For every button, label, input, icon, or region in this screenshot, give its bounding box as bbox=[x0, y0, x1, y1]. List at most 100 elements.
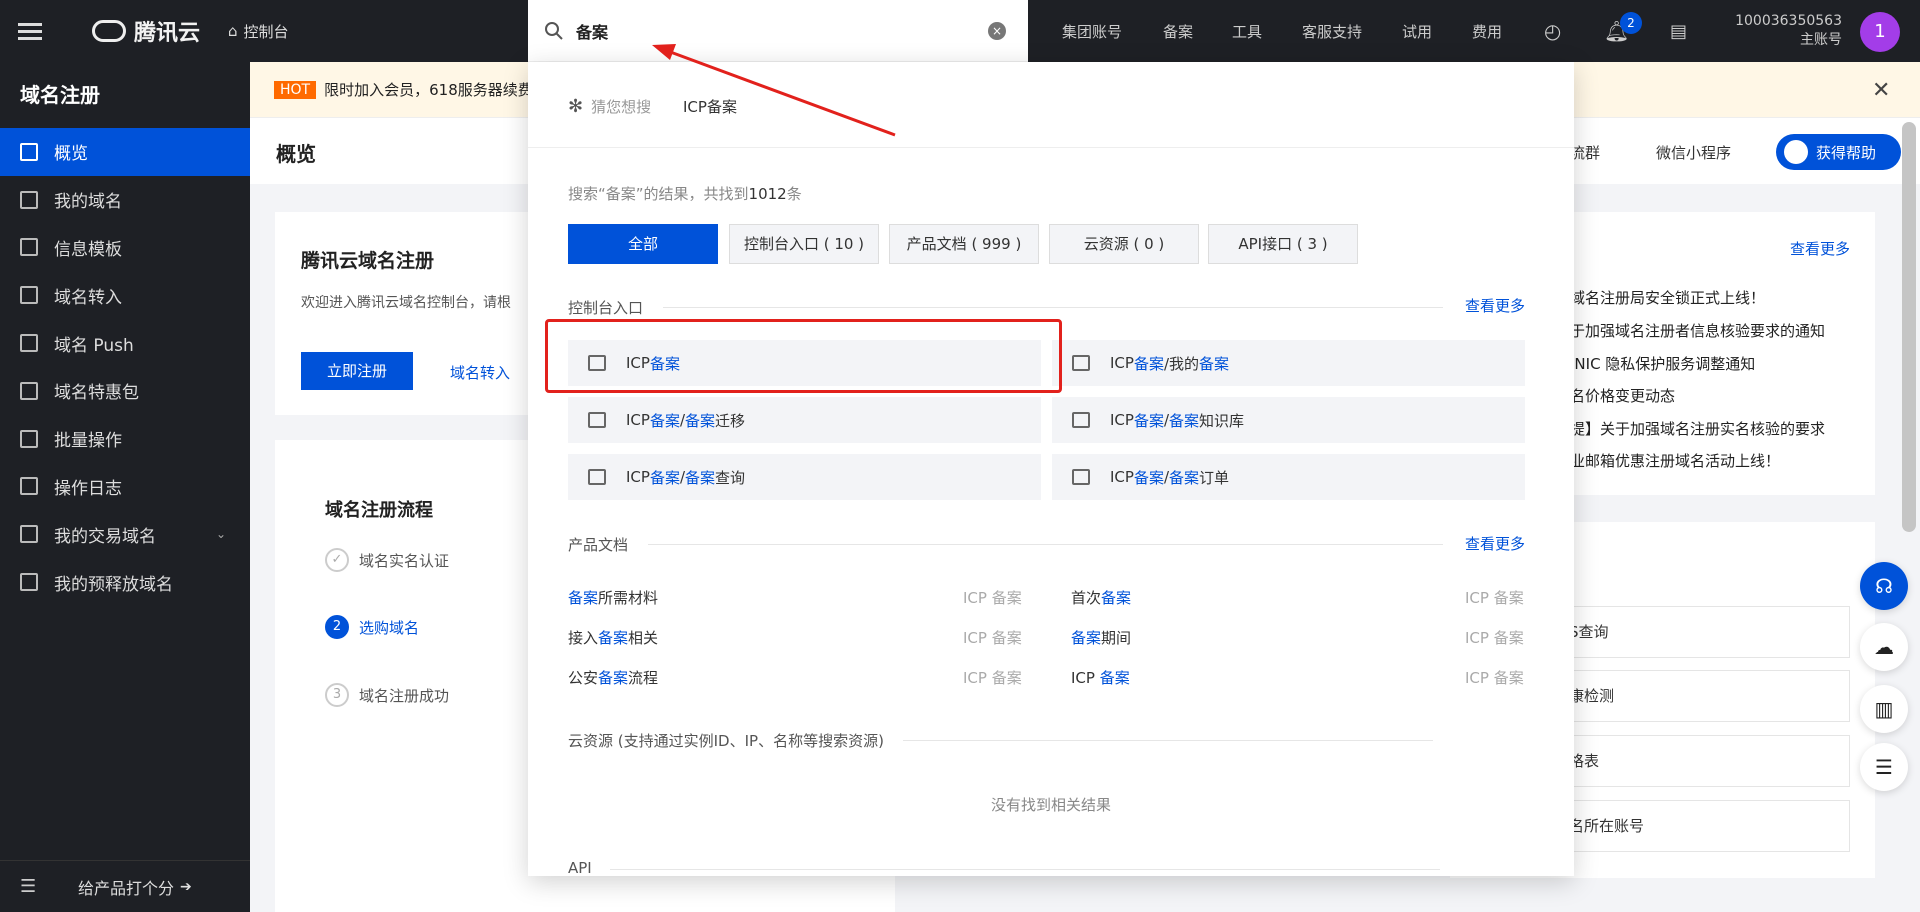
sidebar-item-1[interactable]: 我的域名 bbox=[0, 176, 250, 224]
cloud-chat-icon[interactable]: ☁ bbox=[1860, 623, 1908, 671]
filter-all[interactable]: 全部 bbox=[568, 224, 718, 264]
console-entry[interactable]: ICP 备案 / 备案 订单 bbox=[1052, 454, 1525, 500]
transfer-icon bbox=[20, 286, 38, 305]
guess-suggestion[interactable]: ICP备案 bbox=[683, 96, 737, 117]
miniprogram-link[interactable]: 微信小程序 bbox=[1656, 142, 1731, 163]
doc-result[interactable]: ICP 备案 bbox=[1071, 667, 1130, 688]
sidebar-item-label: 我的交易域名 bbox=[54, 526, 156, 547]
chevron-down-icon[interactable]: ⌄ bbox=[216, 527, 226, 541]
nav-billing[interactable]: 费用 bbox=[1472, 0, 1502, 62]
news-item[interactable]: 业邮箱优惠注册域名活动上线！ bbox=[1570, 450, 1780, 471]
step-select: 2 选购域名 bbox=[325, 615, 419, 639]
tool-price-list[interactable]: 格表 bbox=[1550, 735, 1850, 787]
console-entry[interactable]: ICP 备案 / 备案 查询 bbox=[568, 454, 1041, 500]
news-item[interactable]: INIC 隐私保护服务调整通知 bbox=[1570, 353, 1755, 374]
docs-more-link[interactable]: 查看更多 bbox=[1465, 533, 1525, 554]
transfer-link[interactable]: 域名转入 bbox=[450, 362, 510, 383]
entry-text: 查询 bbox=[715, 468, 746, 487]
match-text: 备案 bbox=[1199, 354, 1230, 373]
clear-search-icon[interactable]: × bbox=[988, 21, 1006, 40]
search-input[interactable] bbox=[576, 21, 956, 40]
doc-category-tag: ICP 备案 bbox=[1465, 629, 1524, 647]
filter-cloud[interactable]: 云资源 ( 0 ) bbox=[1049, 224, 1199, 264]
sidebar-item-0[interactable]: 概览 bbox=[0, 128, 250, 176]
doc-category-tag: ICP 备案 bbox=[963, 589, 1022, 607]
doc-result[interactable]: 备案所需材料 bbox=[568, 587, 658, 608]
avatar[interactable]: 1 bbox=[1860, 12, 1900, 52]
headset-icon[interactable]: ☊ bbox=[1860, 562, 1908, 610]
sidebar-item-4[interactable]: 域名 Push bbox=[0, 319, 250, 367]
step-label: 域名注册成功 bbox=[359, 686, 450, 705]
arrow-circle-icon: ➔ bbox=[180, 878, 192, 895]
compass-icon bbox=[1784, 140, 1808, 164]
flow-title: 域名注册流程 bbox=[325, 500, 433, 521]
gauge-icon[interactable]: ◴ bbox=[1544, 0, 1561, 62]
close-banner-icon[interactable]: ✕ bbox=[1872, 78, 1890, 103]
tool-domain-account[interactable]: 名所在账号 bbox=[1550, 800, 1850, 852]
console-entry[interactable]: ICP 备案/我的 备案 bbox=[1052, 340, 1525, 386]
menu-icon[interactable] bbox=[18, 0, 46, 62]
entry-text: 迁移 bbox=[715, 411, 746, 430]
console-entry[interactable]: ICP 备案 / 备案 迁移 bbox=[568, 397, 1041, 443]
console-link[interactable]: ⌂ 控制台 bbox=[228, 0, 289, 62]
news-item[interactable]: 名价格变更动态 bbox=[1570, 385, 1675, 406]
collapse-icon[interactable]: ☰ bbox=[20, 876, 36, 897]
nav-group-account[interactable]: 集团账号 bbox=[1062, 0, 1122, 62]
doc-result[interactable]: 接入备案相关 bbox=[568, 627, 658, 648]
brand-logo[interactable]: 腾讯云 bbox=[92, 0, 200, 62]
nav-beian[interactable]: 备案 bbox=[1163, 0, 1193, 62]
account-info[interactable]: 100036350563 主账号 bbox=[1735, 12, 1842, 50]
entry-text: ICP bbox=[1110, 354, 1134, 372]
package-icon bbox=[20, 381, 38, 400]
release-icon bbox=[20, 573, 38, 592]
doc-result[interactable]: 备案期间 bbox=[1071, 627, 1131, 648]
sidebar-item-6[interactable]: 批量操作 bbox=[0, 415, 250, 463]
filter-api[interactable]: API接口 ( 3 ) bbox=[1208, 224, 1358, 264]
entry-text: 知识库 bbox=[1199, 411, 1245, 430]
page-scrollbar[interactable] bbox=[1902, 122, 1916, 532]
console-entry[interactable]: ICP 备案 / 备案 知识库 bbox=[1052, 397, 1525, 443]
feedback-link[interactable]: ☰ 给产品打个分 ➔ bbox=[0, 860, 250, 912]
sidebar-item-2[interactable]: 信息模板 bbox=[0, 224, 250, 272]
template-icon bbox=[20, 238, 38, 257]
doc-result[interactable]: 公安备案流程 bbox=[568, 667, 658, 688]
news-item[interactable]: 域名注册局安全锁正式上线！ bbox=[1570, 287, 1765, 308]
tool-dns-query[interactable]: S查询 bbox=[1550, 606, 1850, 658]
book-icon[interactable]: ▥ bbox=[1860, 685, 1908, 733]
sidebar-item-5[interactable]: 域名特惠包 bbox=[0, 367, 250, 415]
sidebar-item-label: 域名转入 bbox=[54, 287, 122, 308]
account-role: 主账号 bbox=[1800, 32, 1842, 48]
global-search: × bbox=[528, 0, 1028, 62]
cloud-empty-text: 没有找到相关结果 bbox=[990, 796, 1111, 814]
filter-docs[interactable]: 产品文档 ( 999 ) bbox=[889, 224, 1039, 264]
sidebar-item-7[interactable]: 操作日志 bbox=[0, 463, 250, 511]
console-section-title: 控制台入口 bbox=[568, 299, 644, 317]
nav-tools[interactable]: 工具 bbox=[1232, 0, 1262, 62]
nav-trial[interactable]: 试用 bbox=[1402, 0, 1432, 62]
tool-health-check[interactable]: 康检测 bbox=[1550, 670, 1850, 722]
group-link[interactable]: 流群 bbox=[1570, 142, 1600, 163]
sidebar-item-3[interactable]: 域名转入 bbox=[0, 271, 250, 319]
summary-prefix: 搜索“备案”的结果，共找到 bbox=[568, 185, 749, 203]
match-text: 备案 bbox=[598, 629, 629, 647]
news-item[interactable]: 提】关于加强域名注册实名核验的要求 bbox=[1570, 418, 1825, 439]
step-label: 选购域名 bbox=[359, 618, 420, 637]
nav-support[interactable]: 客服支持 bbox=[1302, 0, 1362, 62]
list-icon[interactable]: ☰ bbox=[1860, 743, 1908, 791]
console-more-link[interactable]: 查看更多 bbox=[1465, 295, 1525, 316]
sparkle-icon: ✻ bbox=[568, 96, 584, 117]
step-success: 3 域名注册成功 bbox=[325, 683, 449, 707]
sidebar-item-9[interactable]: 我的预释放域名 bbox=[0, 558, 250, 606]
register-button[interactable]: 立即注册 bbox=[301, 352, 413, 390]
doc-result[interactable]: 首次备案 bbox=[1071, 587, 1131, 608]
news-item[interactable]: 于加强域名注册者信息核验要求的通知 bbox=[1570, 320, 1825, 341]
news-more-link[interactable]: 查看更多 bbox=[1790, 238, 1850, 259]
filter-console[interactable]: 控制台入口 ( 10 ) bbox=[729, 224, 879, 264]
home-icon: ⌂ bbox=[228, 22, 238, 40]
search-icon bbox=[545, 21, 563, 40]
help-button[interactable]: 获得帮助 bbox=[1776, 134, 1901, 170]
sidebar-item-label: 域名特惠包 bbox=[54, 383, 139, 404]
cart-icon[interactable]: ▤ bbox=[1670, 0, 1687, 62]
console-label: 控制台 bbox=[243, 22, 289, 41]
sidebar-item-8[interactable]: 我的交易域名 ⌄ bbox=[0, 510, 250, 558]
